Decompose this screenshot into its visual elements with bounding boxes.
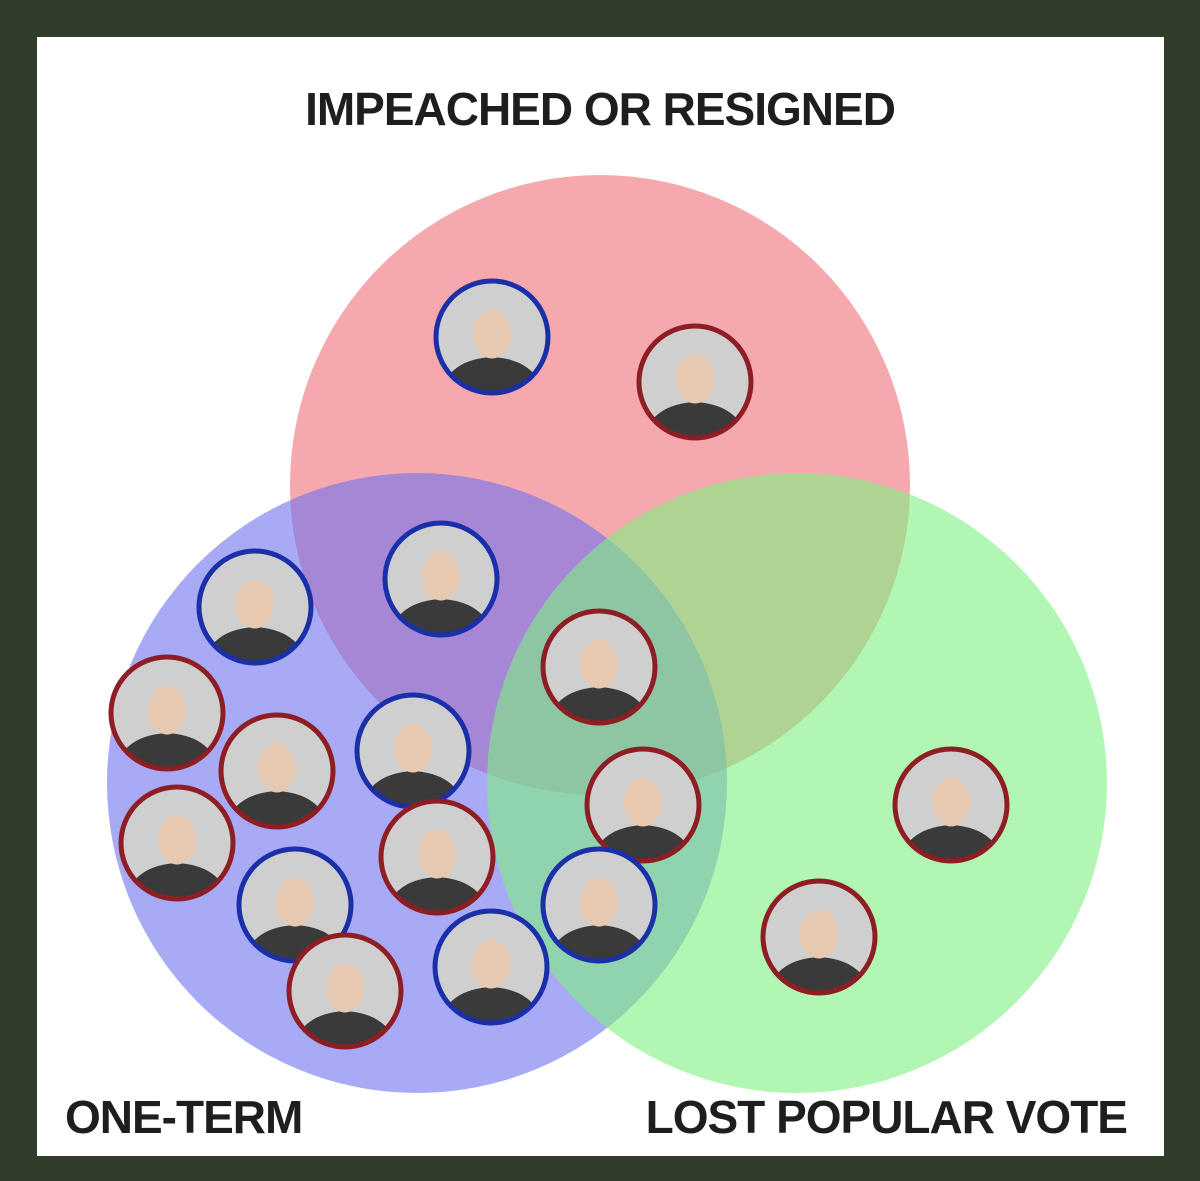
set-circle-lost-popular <box>487 473 1107 1093</box>
label-one-term: ONE-TERM <box>65 1091 302 1143</box>
label-lost-popular-vote: LOST POPULAR VOTE <box>646 1091 1127 1143</box>
venn-diagram: IMPEACHED OR RESIGNED ONE-TERM LOST POPU… <box>65 83 1128 1143</box>
label-impeached-or-resigned: IMPEACHED OR RESIGNED <box>305 83 895 135</box>
diagram-canvas: IMPEACHED OR RESIGNED ONE-TERM LOST POPU… <box>37 37 1164 1156</box>
